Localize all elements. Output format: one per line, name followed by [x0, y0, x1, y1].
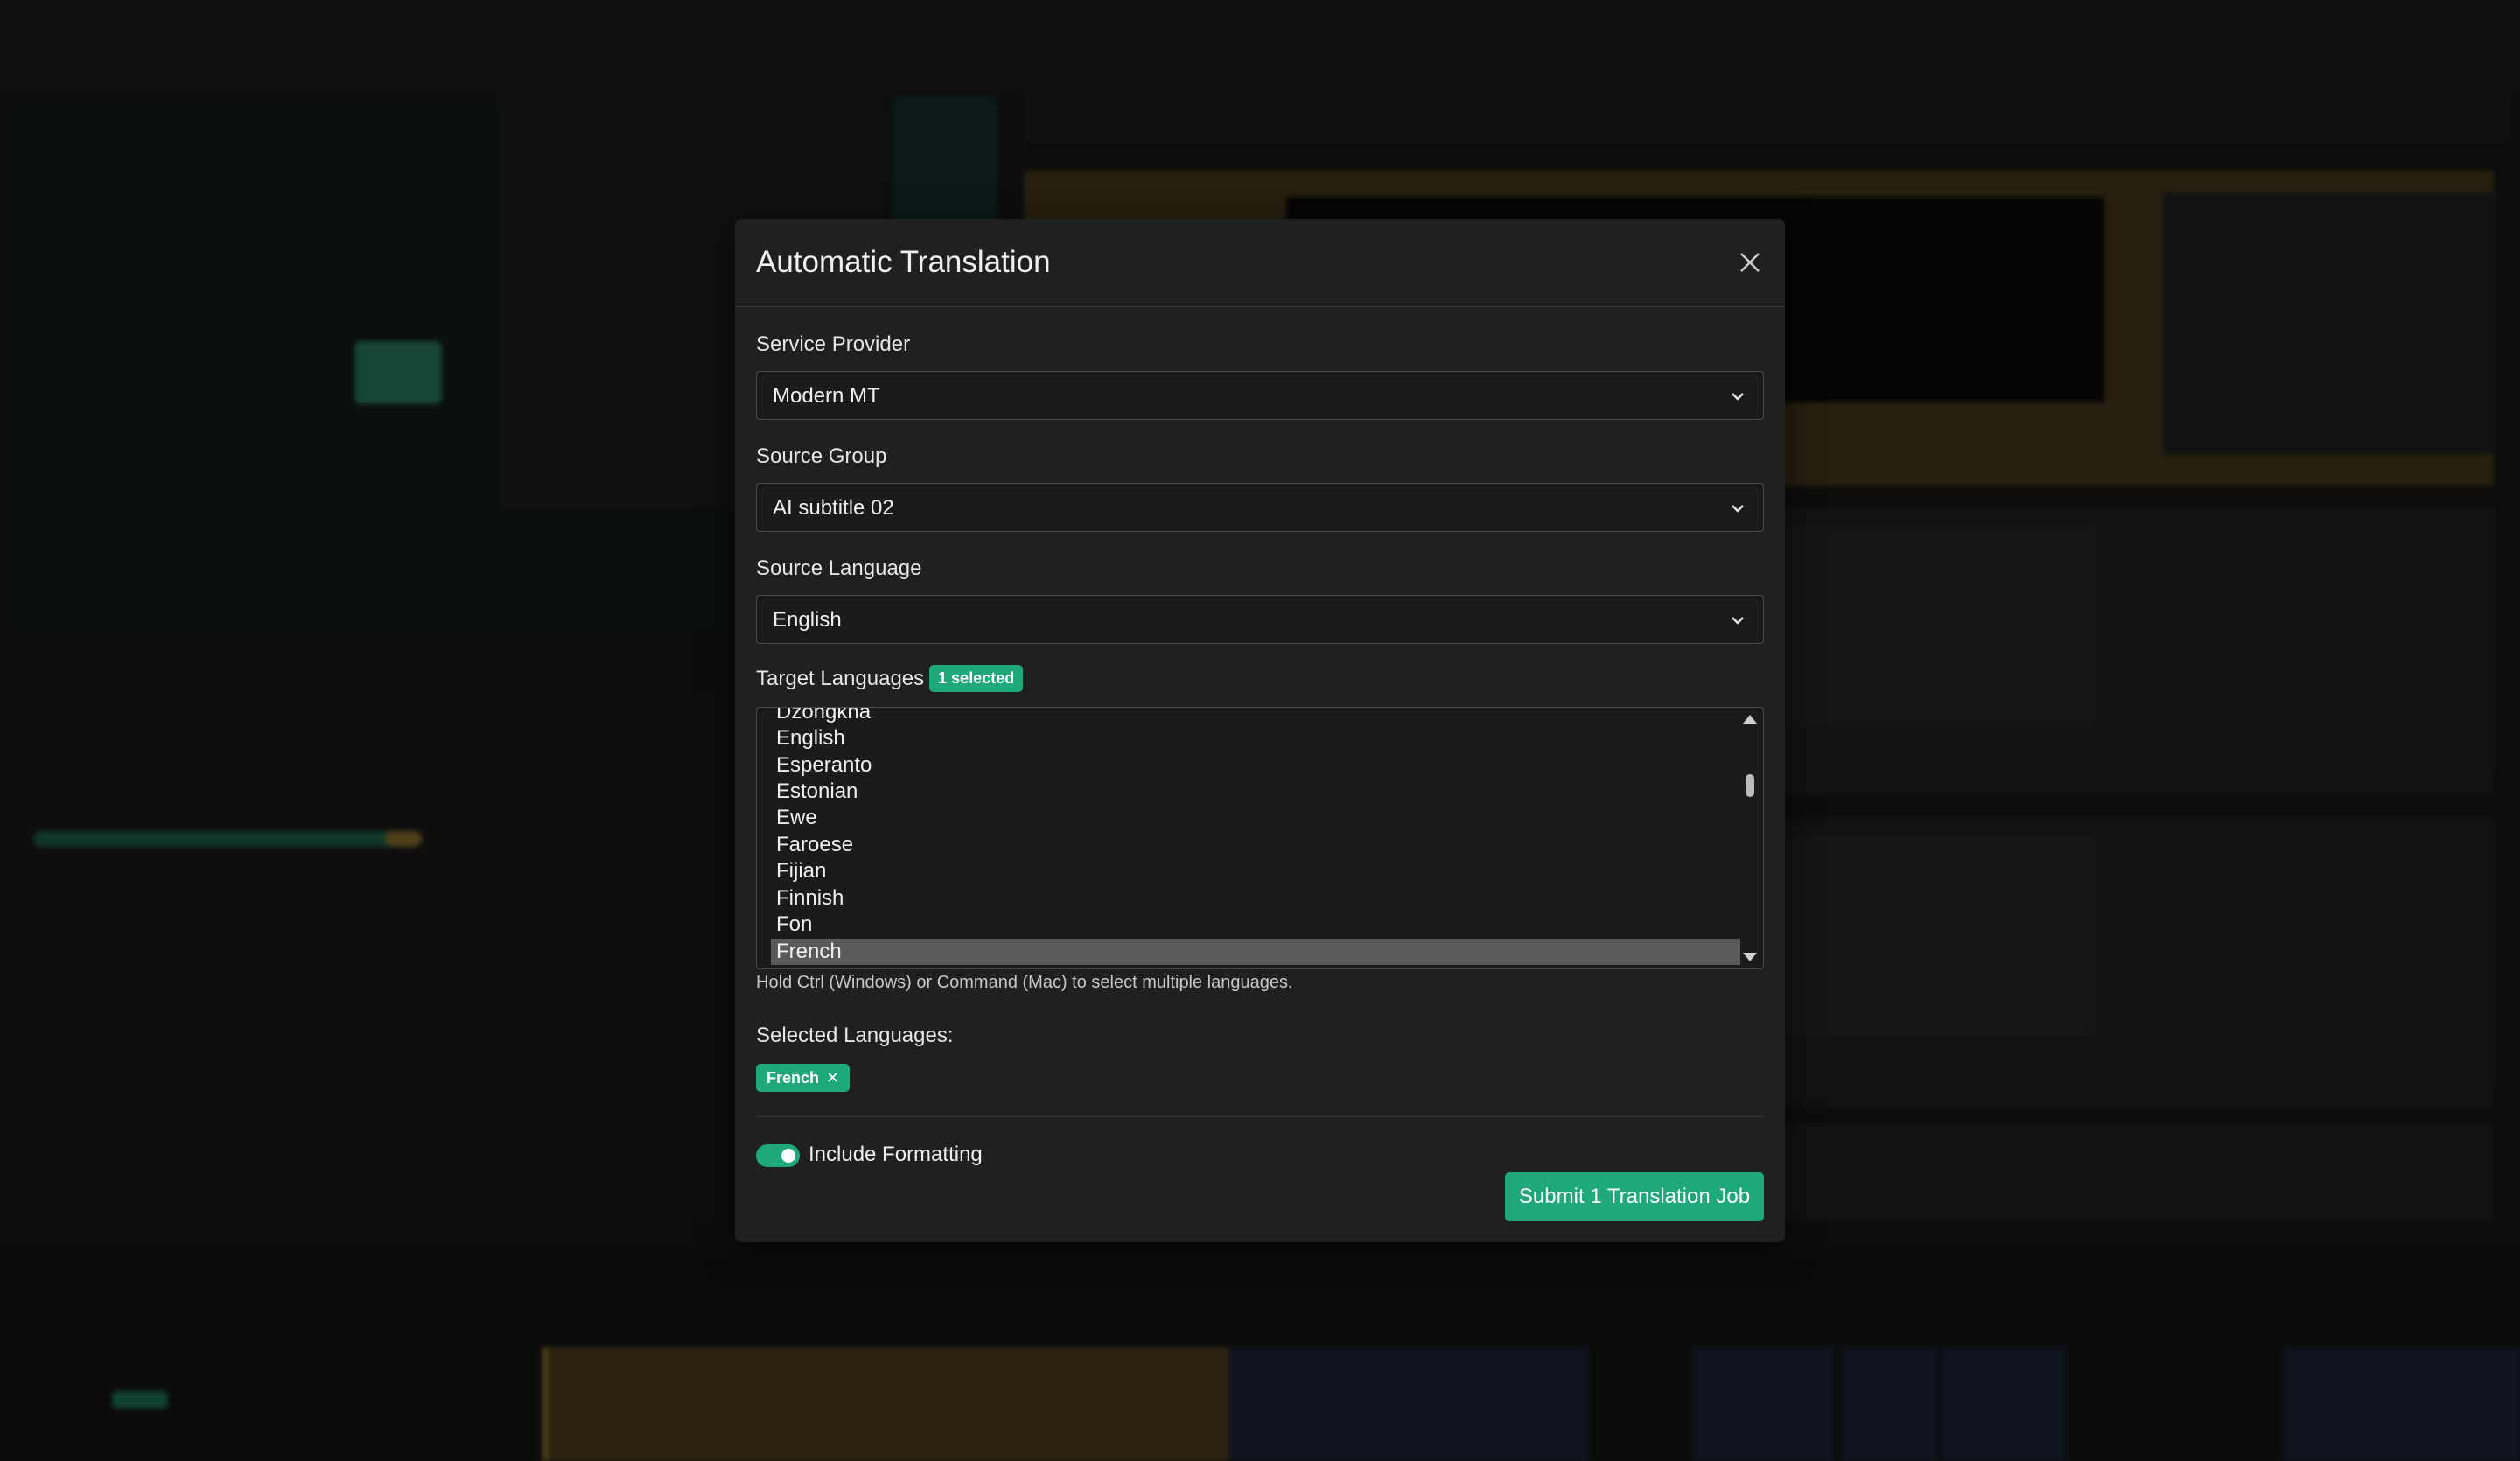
- chevron-down-icon: [1732, 393, 1744, 401]
- language-option[interactable]: Dzongkha: [774, 708, 1739, 725]
- language-option[interactable]: Fijian: [774, 858, 1739, 884]
- language-option[interactable]: Fon: [774, 912, 1739, 938]
- service-provider-label: Service Provider: [756, 332, 911, 356]
- include-formatting-toggle[interactable]: [756, 1144, 800, 1167]
- scrollbar-thumb[interactable]: [1746, 774, 1754, 797]
- target-languages-listbox[interactable]: Dzongkha English Esperanto Estonian Ewe …: [756, 707, 1764, 969]
- source-group-label: Source Group: [756, 444, 887, 468]
- source-group-value: AI subtitle 02: [773, 496, 894, 520]
- language-option[interactable]: Estonian: [774, 779, 1739, 805]
- language-option[interactable]: English: [774, 725, 1739, 751]
- chevron-down-icon: [1732, 505, 1744, 513]
- listbox-scrollbar[interactable]: [1742, 710, 1761, 967]
- language-option[interactable]: Ewe: [774, 805, 1739, 831]
- source-language-label: Source Language: [756, 556, 922, 580]
- source-language-select[interactable]: English: [756, 595, 1764, 644]
- selected-count-badge: 1 selected: [929, 665, 1024, 692]
- language-option[interactable]: Finnish: [774, 885, 1739, 912]
- remove-chip-icon[interactable]: ✕: [826, 1069, 839, 1087]
- language-option[interactable]: Faroese: [774, 832, 1739, 858]
- language-chip-french: French ✕: [756, 1064, 850, 1092]
- language-option[interactable]: Esperanto: [774, 752, 1739, 779]
- scroll-up-arrow-icon[interactable]: [1743, 715, 1757, 724]
- chevron-down-icon: [1732, 617, 1744, 625]
- target-languages-label-text: Target Languages: [756, 667, 925, 690]
- scroll-down-arrow-icon[interactable]: [1743, 953, 1757, 961]
- multi-select-hint: Hold Ctrl (Windows) or Command (Mac) to …: [756, 973, 1293, 992]
- dialog-header: Automatic Translation: [735, 219, 1785, 307]
- dialog-title: Automatic Translation: [756, 245, 1051, 279]
- service-provider-select[interactable]: Modern MT: [756, 371, 1764, 420]
- automatic-translation-dialog: Automatic Translation Service Provider M…: [735, 219, 1785, 1242]
- source-language-value: English: [773, 608, 842, 632]
- source-group-select[interactable]: AI subtitle 02: [756, 483, 1764, 532]
- divider: [756, 1116, 1764, 1117]
- target-languages-label: Target Languages 1 selected: [756, 665, 1024, 692]
- close-icon: [1740, 253, 1760, 272]
- close-button[interactable]: [1732, 245, 1768, 280]
- selected-languages-label: Selected Languages:: [756, 1024, 954, 1047]
- service-provider-value: Modern MT: [773, 384, 880, 408]
- chip-label: French: [766, 1069, 820, 1087]
- include-formatting-label: Include Formatting: [808, 1143, 983, 1166]
- toggle-knob: [781, 1149, 795, 1163]
- language-option-selected[interactable]: French: [771, 939, 1740, 965]
- submit-translation-button[interactable]: Submit 1 Translation Job: [1505, 1172, 1764, 1221]
